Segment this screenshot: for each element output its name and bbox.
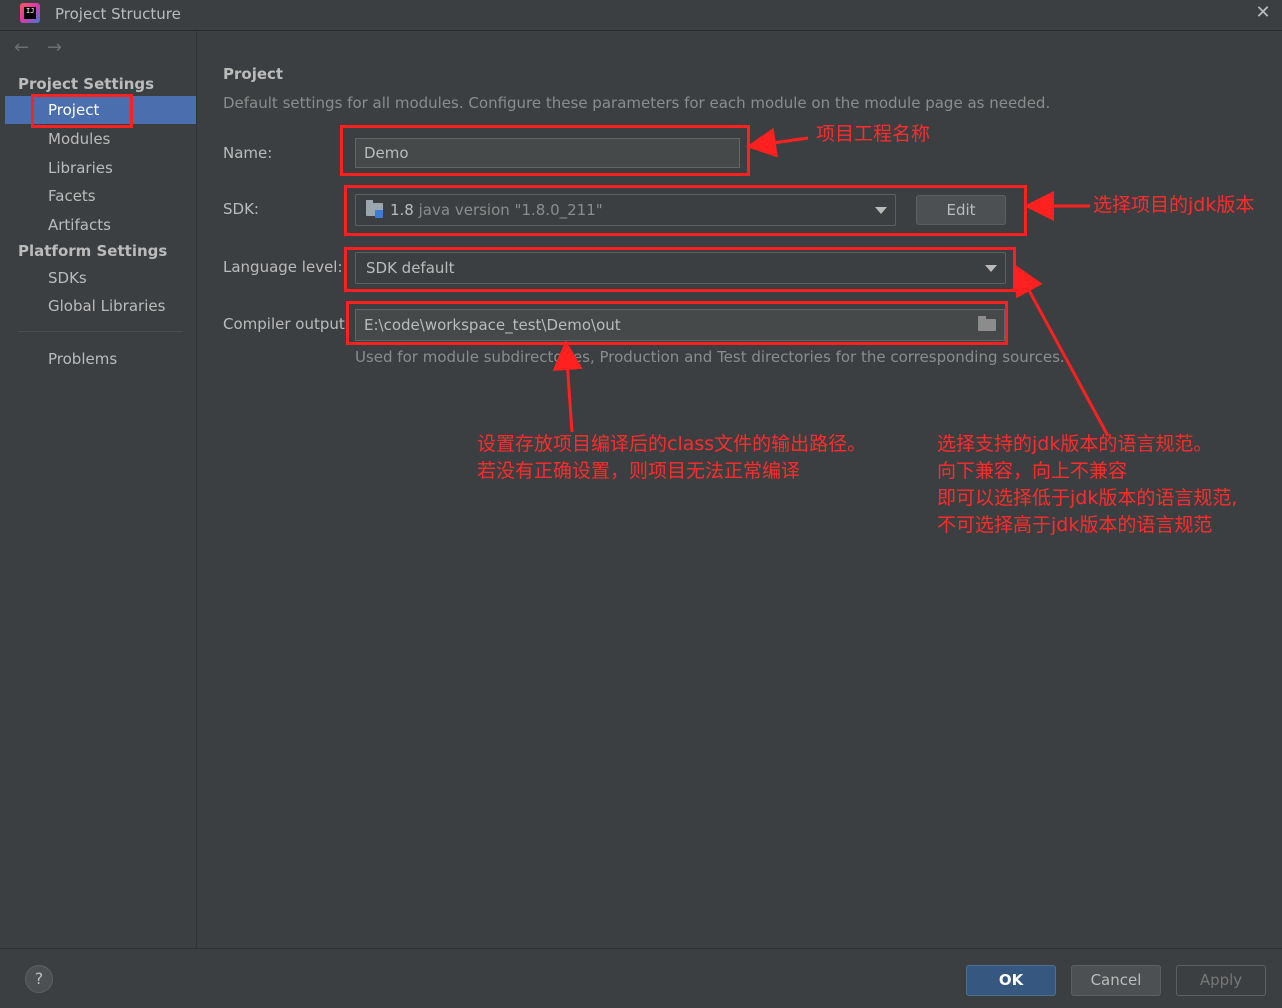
sdk-label: SDK: <box>223 200 259 218</box>
back-arrow-icon[interactable]: ← <box>14 37 29 58</box>
title-bar: IJ Project Structure ✕ <box>0 0 1282 31</box>
sidebar-item-global-libraries[interactable]: Global Libraries <box>5 292 196 320</box>
nav-arrows: ← → <box>14 37 74 58</box>
compiler-output-hint: Used for module subdirectories, Producti… <box>355 348 1065 366</box>
annotation-name-note: 项目工程名称 <box>816 123 931 145</box>
cancel-button[interactable]: Cancel <box>1071 965 1161 996</box>
intellij-app-icon: IJ <box>20 3 40 23</box>
sidebar-item-libraries[interactable]: Libraries <box>5 154 196 182</box>
help-icon[interactable]: ? <box>25 965 53 993</box>
sidebar-item-facets[interactable]: Facets <box>5 182 196 210</box>
annotation-sdk-note: 选择项目的jdk版本 <box>1093 194 1255 216</box>
annotation-output-note: 设置存放项目编译后的class文件的输出路径。 若没有正确设置，则项目无法正常编… <box>477 433 867 482</box>
apply-button[interactable]: Apply <box>1176 965 1266 996</box>
project-settings-header: Project Settings <box>18 75 155 93</box>
annotation-box-compiler-output <box>346 301 1008 345</box>
ok-button[interactable]: OK <box>966 965 1056 996</box>
annotation-box-project <box>31 94 133 128</box>
sidebar-item-artifacts[interactable]: Artifacts <box>5 211 196 239</box>
platform-settings-header: Platform Settings <box>18 242 168 260</box>
page-title: Project <box>223 65 284 83</box>
forward-arrow-icon[interactable]: → <box>47 37 62 58</box>
sidebar-item-modules[interactable]: Modules <box>5 125 196 153</box>
annotation-box-language-level <box>344 247 1016 292</box>
window-title: Project Structure <box>55 5 181 23</box>
close-icon[interactable]: ✕ <box>1252 2 1274 24</box>
compiler-output-label: Compiler output: <box>223 315 350 333</box>
sidebar-item-sdks[interactable]: SDKs <box>5 264 196 292</box>
annotation-language-note: 选择支持的jdk版本的语言规范。 向下兼容，向上不兼容 即可以选择低于jdk版本… <box>937 433 1238 536</box>
sidebar: ← → Project Settings Project Modules Lib… <box>0 31 197 948</box>
annotation-box-sdk <box>344 185 1027 236</box>
page-description: Default settings for all modules. Config… <box>223 94 1051 112</box>
name-label: Name: <box>223 144 273 162</box>
language-level-label: Language level: <box>223 258 343 276</box>
sidebar-item-problems[interactable]: Problems <box>5 345 196 373</box>
annotation-box-name <box>340 125 750 176</box>
dialog-footer: ? OK Cancel Apply <box>0 948 1282 1008</box>
sidebar-divider <box>18 331 183 332</box>
